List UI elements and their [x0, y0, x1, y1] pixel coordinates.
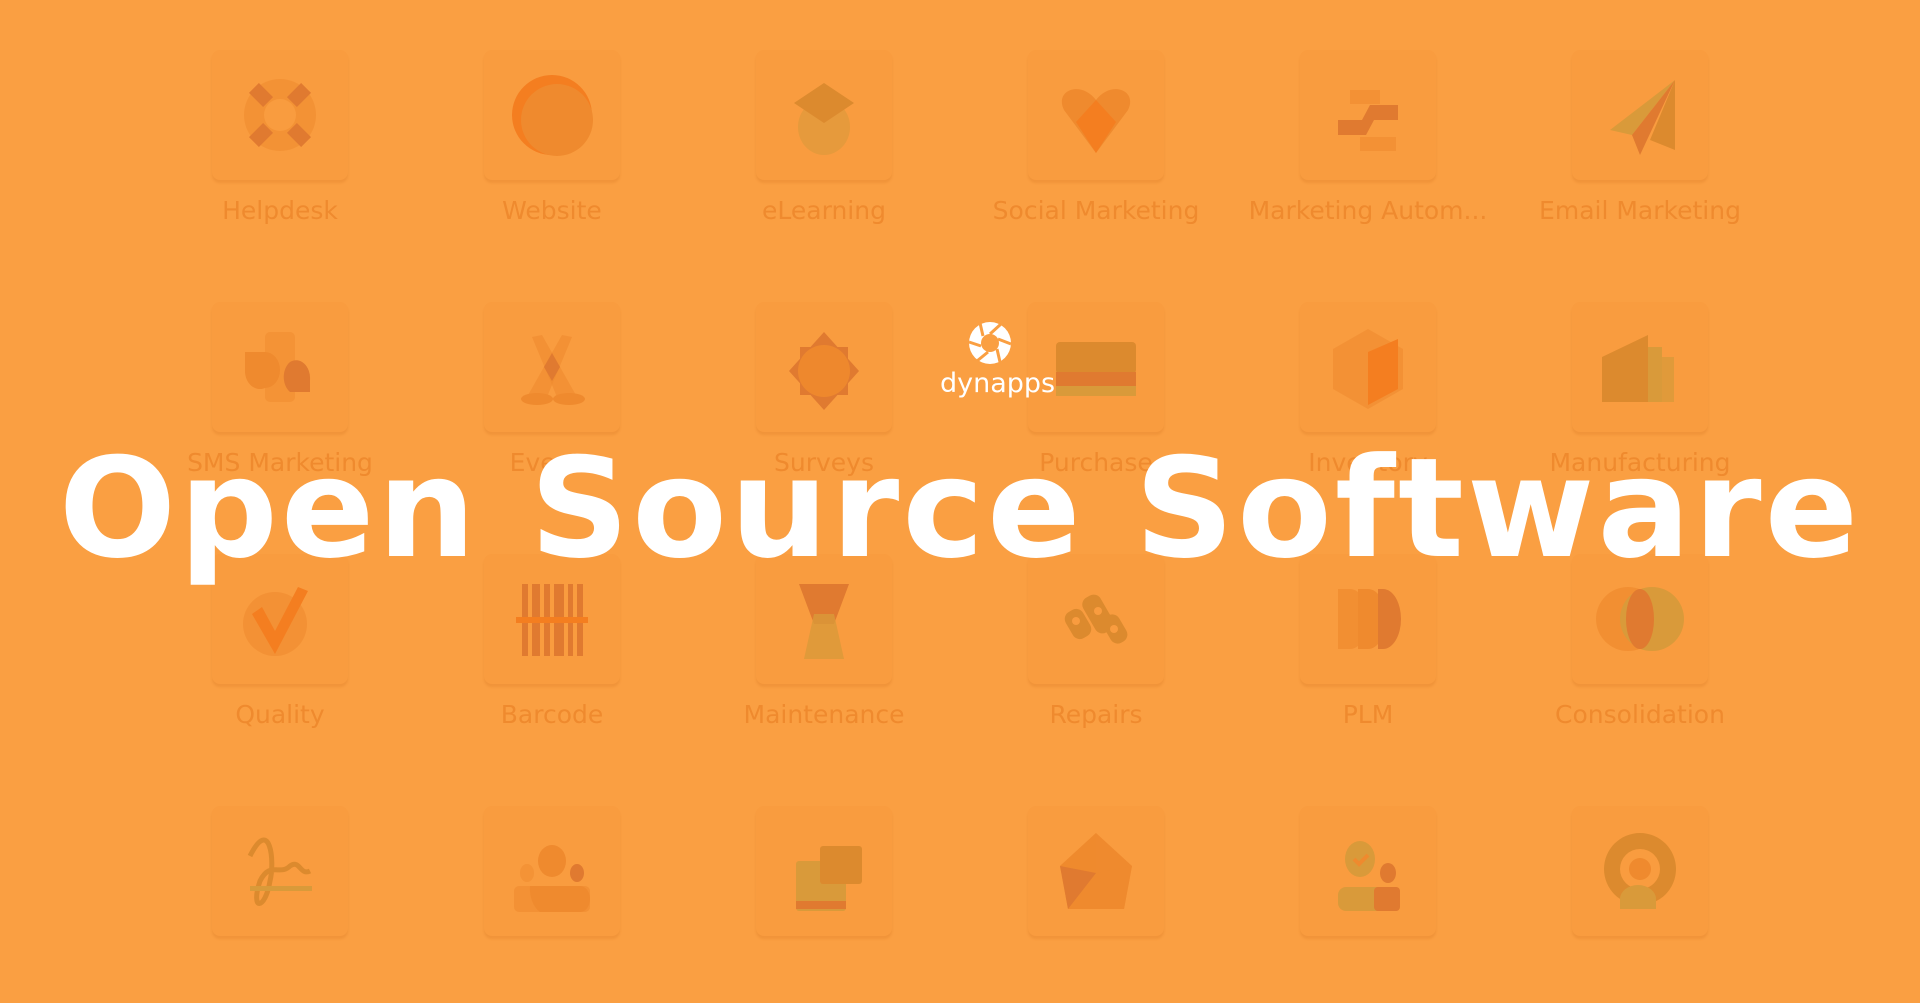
globe-circle-icon [512, 75, 593, 156]
app-tile[interactable] [212, 50, 348, 180]
factory-icon [1602, 335, 1674, 402]
app-tile[interactable] [484, 806, 620, 936]
app-label: Website [502, 196, 602, 225]
app-tile[interactable] [1300, 50, 1436, 180]
paper-plane-icon [1610, 80, 1675, 155]
credit-card-icon [1056, 342, 1136, 396]
app-tile[interactable] [484, 50, 620, 180]
app-label: Email Marketing [1539, 196, 1741, 225]
location-q-icon [1604, 833, 1676, 909]
app-label: PLM [1342, 700, 1394, 729]
group-people-icon [514, 845, 590, 912]
attendance-person-icon [1338, 841, 1400, 911]
sms-bubbles-icon [244, 332, 311, 402]
app-tile[interactable] [212, 806, 348, 936]
app-tile[interactable] [212, 302, 348, 432]
star-badge-icon [789, 332, 859, 410]
app-tile[interactable] [1028, 806, 1164, 936]
app-tile[interactable] [484, 302, 620, 432]
signature-icon [247, 837, 312, 906]
app-label: Maintenance [743, 700, 905, 729]
lifebuoy-icon [244, 79, 316, 151]
app-label: Marketing Autom... [1248, 196, 1488, 225]
heart-icon [1061, 89, 1131, 153]
graduation-cap-icon [794, 83, 854, 155]
app-tile[interactable] [1300, 806, 1436, 936]
app-tile[interactable] [1572, 302, 1708, 432]
gem-pentagon-icon [1060, 833, 1132, 909]
automation-arrows-icon [1338, 90, 1398, 151]
app-label: Social Marketing [992, 196, 1200, 225]
headline: Open Source Software [58, 428, 1862, 589]
app-tile[interactable] [1028, 50, 1164, 180]
aperture-icon [968, 322, 1012, 364]
app-tile[interactable] [756, 50, 892, 180]
app-tile[interactable] [1028, 302, 1164, 432]
app-label: Consolidation [1555, 700, 1725, 729]
box-hexagon-icon [1333, 329, 1403, 409]
app-tile[interactable] [756, 302, 892, 432]
spotlights-icon [521, 335, 585, 405]
app-label: Quality [235, 700, 325, 729]
app-label: Barcode [500, 700, 604, 729]
app-tile[interactable] [1572, 806, 1708, 936]
app-tile[interactable] [756, 806, 892, 936]
app-label: Repairs [1049, 700, 1143, 729]
brand-name: dynapps [940, 368, 1056, 399]
app-tile[interactable] [1300, 302, 1436, 432]
app-label: eLearning [762, 196, 886, 225]
cards-icon [796, 846, 862, 911]
app-label: Helpdesk [222, 196, 338, 225]
app-tile[interactable] [1572, 50, 1708, 180]
